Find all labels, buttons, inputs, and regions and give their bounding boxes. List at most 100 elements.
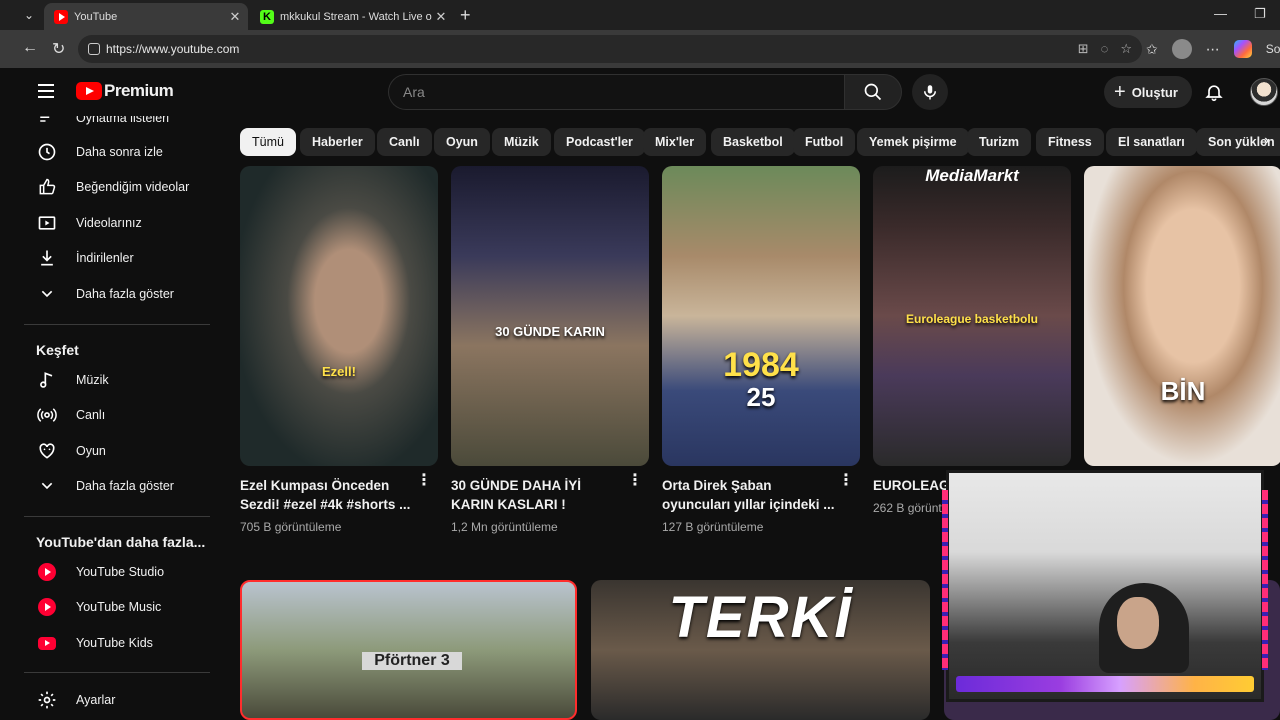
search-button[interactable] — [844, 74, 902, 110]
chip-crafts[interactable]: El sanatları — [1106, 128, 1197, 156]
sidebar-show-more-you[interactable]: Daha fazla göster — [24, 276, 210, 312]
tab-youtube[interactable]: YouTube ✕ — [44, 3, 248, 30]
tab-list-chevron-icon[interactable]: ⌄ — [18, 5, 40, 25]
short-card[interactable]: Ezell! Ezel Kumpası Önceden Sezdi! #ezel… — [240, 166, 438, 534]
more-options-icon[interactable]: ⋯ — [1206, 41, 1220, 58]
short-title[interactable]: Orta Direk Şaban oyuncuları yıllar içind… — [662, 473, 860, 514]
search-box[interactable] — [388, 74, 844, 110]
sidebar-item-music[interactable]: Müzik — [24, 362, 210, 398]
thumbnail-overlay-text: TERKİ — [668, 585, 853, 650]
your-videos-icon — [36, 212, 58, 234]
gaming-icon — [36, 440, 58, 462]
video-thumbnail[interactable]: Pförtner 3 — [240, 580, 577, 720]
video-thumbnail[interactable]: TERKİ — [591, 580, 930, 720]
sidebar-item-watch-later[interactable]: Daha sonra izle — [24, 134, 210, 170]
plus-icon: + — [1114, 81, 1126, 103]
sidebar-show-more-explore[interactable]: Daha fazla göster — [24, 468, 210, 504]
sidebar-item-label: YouTube Kids — [76, 636, 153, 650]
chip-cooking[interactable]: Yemek pişirme — [857, 128, 969, 156]
chevron-right-icon[interactable]: › — [1264, 132, 1269, 150]
explore-heading: Keşfet — [36, 342, 79, 358]
youtube-premium-logo[interactable]: Premium — [76, 81, 174, 101]
tab-kick-stream[interactable]: K mkkukul Stream - Watch Live on K ✕ — [250, 3, 454, 30]
webcam-frame-left-edge — [942, 490, 948, 670]
chip-music[interactable]: Müzik — [492, 128, 551, 156]
create-label: Oluştur — [1131, 84, 1178, 100]
sidebar-item-live[interactable]: Canlı — [24, 397, 210, 433]
sidebar-item-gaming[interactable]: Oyun — [24, 433, 210, 469]
playlist-icon — [36, 116, 58, 129]
profile-avatar-icon[interactable] — [1171, 39, 1192, 59]
short-title[interactable]: 30 GÜNDE DAHA İYİ KARIN KASLARI ! ⋮ — [451, 473, 649, 514]
site-info-icon[interactable] — [88, 43, 100, 55]
sidebar-item-youtube-music[interactable]: YouTube Music — [24, 589, 210, 625]
short-card[interactable]: BİN — [1084, 166, 1280, 466]
short-thumbnail[interactable]: 1984 25 — [662, 166, 860, 466]
sidebar-item-liked-videos[interactable]: Beğendiğim videolar — [24, 169, 210, 205]
sidebar-item-youtube-studio[interactable]: YouTube Studio — [24, 554, 210, 590]
filter-chip-bar: Tümü Haberler Canlı Oyun Müzik Podcast'l… — [240, 128, 1280, 156]
chip-mixes[interactable]: Mix'ler — [643, 128, 707, 156]
minimize-icon[interactable]: — — [1214, 6, 1227, 21]
more-actions-icon[interactable]: ⋮ — [416, 473, 432, 489]
thumbnail-overlay-text: BİN — [1160, 376, 1206, 406]
sidebar-divider — [24, 516, 210, 517]
tab-title: YouTube — [74, 10, 118, 23]
url-omnibox[interactable]: https://www.youtube.com ⊞ ◌ ☆ — [78, 35, 1142, 63]
short-thumbnail[interactable]: BİN — [1084, 166, 1280, 466]
short-card[interactable]: MediaMarkt Euroleague basketbolu EUROLEA… — [873, 166, 1071, 515]
short-card[interactable]: 1984 25 Orta Direk Şaban oyuncuları yıll… — [662, 166, 860, 534]
guide-sidebar: Oynatma listeleri Daha sonra izle Beğend… — [12, 116, 212, 720]
chip-basketball[interactable]: Basketbol — [711, 128, 795, 156]
notifications-button[interactable] — [1204, 82, 1224, 107]
chevron-down-icon — [36, 475, 58, 497]
menu-hamburger-icon[interactable] — [38, 84, 54, 98]
sidebar-item-your-videos[interactable]: Videolarınız — [24, 205, 210, 241]
sidebar-item-youtube-kids[interactable]: YouTube Kids — [24, 625, 210, 661]
more-actions-icon[interactable]: ⋮ — [627, 473, 643, 489]
search-icon — [864, 83, 882, 101]
chip-podcasts[interactable]: Podcast'ler — [554, 128, 645, 156]
favorites-icon[interactable]: ✩ — [1146, 41, 1158, 58]
new-tab-plus-icon[interactable]: + — [460, 5, 471, 26]
short-thumbnail[interactable]: Ezell! — [240, 166, 438, 466]
sidebar-item-playlists[interactable]: Oynatma listeleri — [24, 116, 210, 136]
chip-all[interactable]: Tümü — [240, 128, 296, 156]
sidebar-item-label: Müzik — [76, 373, 109, 387]
live-icon — [36, 404, 58, 426]
short-title[interactable]: Ezel Kumpası Önceden Sezdi! #ezel #4k #s… — [240, 473, 438, 514]
chip-live[interactable]: Canlı — [377, 128, 432, 156]
sidebar-item-label: Daha fazla göster — [76, 287, 174, 301]
chip-gaming[interactable]: Oyun — [434, 128, 490, 156]
short-thumbnail[interactable]: MediaMarkt Euroleague basketbolu — [873, 166, 1071, 466]
back-arrow-icon[interactable]: ← — [22, 39, 38, 57]
copilot-icon[interactable] — [1233, 40, 1252, 58]
webcam-feed — [946, 470, 1264, 702]
account-avatar[interactable] — [1250, 78, 1278, 106]
sidebar-item-settings[interactable]: Ayarlar — [24, 682, 210, 718]
copilot-label[interactable]: Soh — [1266, 42, 1280, 56]
tab-close-icon[interactable]: ✕ — [432, 9, 450, 25]
favorite-star-icon[interactable]: ☆ — [1120, 41, 1132, 57]
bell-icon — [1205, 85, 1223, 102]
sidebar-item-downloads[interactable]: İndirilenler — [24, 240, 210, 276]
voice-search-button[interactable] — [912, 74, 948, 110]
chip-football[interactable]: Futbol — [793, 128, 856, 156]
apps-icon[interactable]: ⊞ — [1078, 41, 1089, 57]
webcam-frame-gradient-bar — [956, 676, 1254, 692]
url-text[interactable]: https://www.youtube.com — [106, 42, 239, 56]
chip-tourism[interactable]: Turizm — [967, 128, 1032, 156]
sidebar-item-label: Videolarınız — [76, 216, 142, 230]
tracking-prevention-icon[interactable]: ◌ — [1101, 41, 1109, 57]
search-input[interactable] — [403, 84, 844, 100]
create-button[interactable]: + Oluştur — [1104, 76, 1192, 108]
chip-fitness[interactable]: Fitness — [1036, 128, 1104, 156]
short-card[interactable]: 30 GÜNDE KARIN 30 GÜNDE DAHA İYİ KARIN K… — [451, 166, 649, 534]
refresh-icon[interactable]: ↻ — [52, 39, 65, 59]
masthead: Premium + Oluştur — [12, 68, 1280, 116]
short-thumbnail[interactable]: 30 GÜNDE KARIN — [451, 166, 649, 466]
tab-close-icon[interactable]: ✕ — [226, 9, 244, 25]
chip-news[interactable]: Haberler — [300, 128, 375, 156]
more-actions-icon[interactable]: ⋮ — [838, 473, 854, 489]
maximize-icon[interactable]: ❐ — [1254, 6, 1266, 22]
